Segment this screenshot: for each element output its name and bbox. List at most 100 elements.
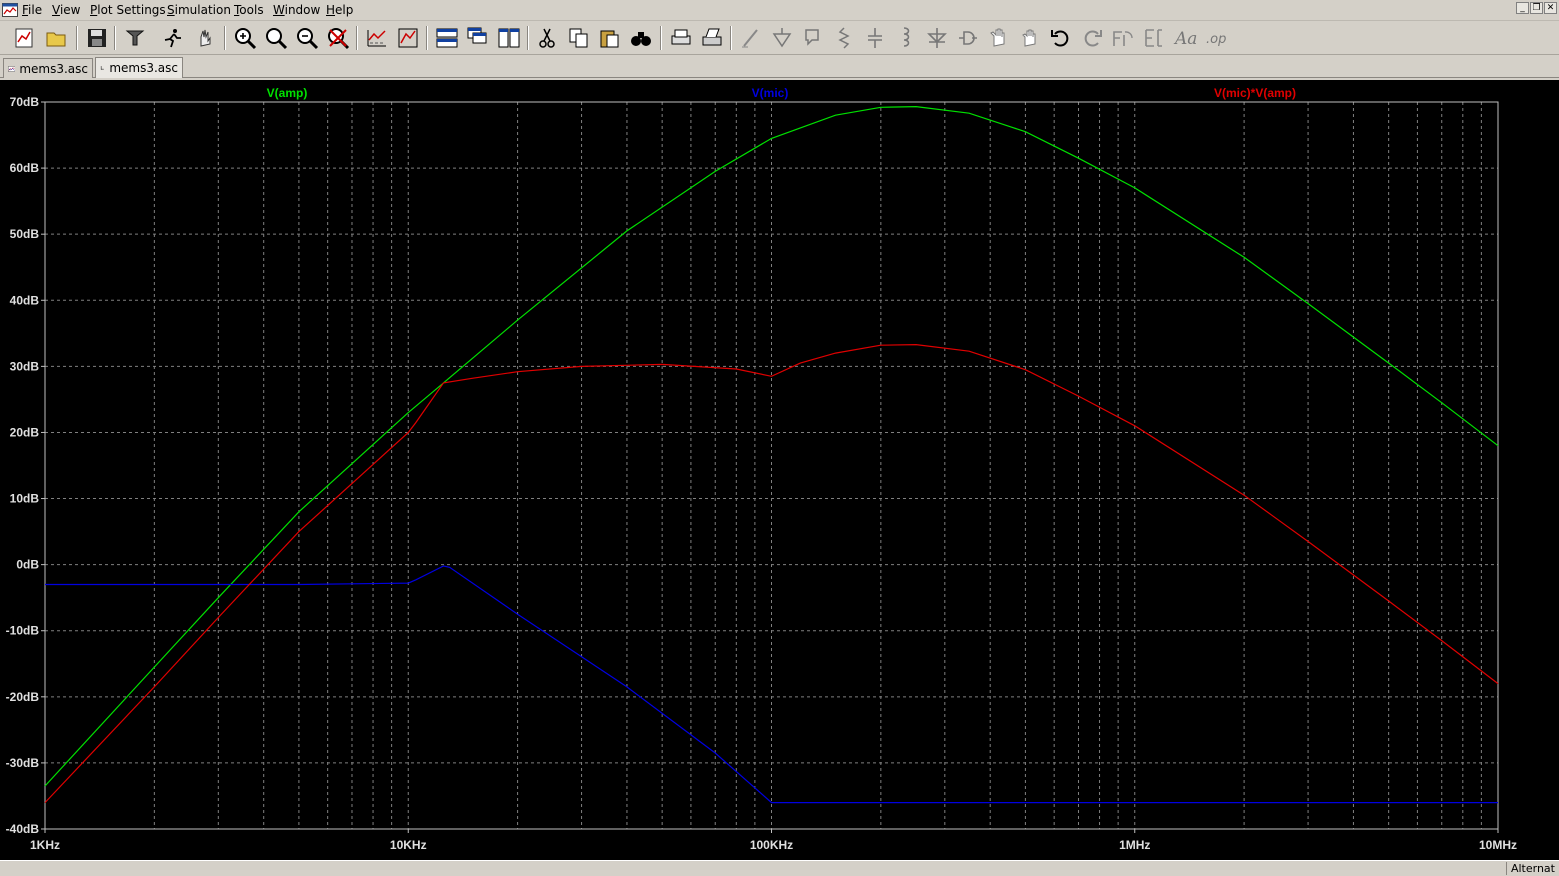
legend-entry-2[interactable]: V(mic)*V(amp) bbox=[1214, 86, 1296, 100]
resistor-button[interactable] bbox=[831, 25, 857, 51]
zoom-cancel-icon bbox=[328, 28, 350, 50]
toolbar: Aa .op bbox=[0, 22, 1559, 55]
menu-file[interactable]: File bbox=[22, 3, 42, 17]
y-tick-label: -40dB bbox=[6, 822, 40, 836]
capacitor-icon bbox=[868, 28, 882, 48]
app-icon[interactable] bbox=[2, 3, 18, 17]
y-tick-label: 70dB bbox=[10, 95, 40, 109]
diode-button[interactable] bbox=[924, 25, 950, 51]
wire-button[interactable] bbox=[738, 25, 764, 51]
zoom-in-button[interactable] bbox=[232, 25, 258, 51]
toolbar-separator bbox=[356, 26, 358, 50]
zoom-cancel-button[interactable] bbox=[325, 25, 351, 51]
y-tick-label: 10dB bbox=[10, 492, 40, 506]
cut-button[interactable] bbox=[535, 25, 561, 51]
tile-vertical-icon bbox=[498, 28, 520, 48]
tab-schematic[interactable]: mems3.asc bbox=[95, 57, 183, 78]
zoom-out-button[interactable] bbox=[294, 25, 320, 51]
new-schematic-icon bbox=[15, 28, 33, 48]
print-button[interactable] bbox=[668, 25, 694, 51]
menu-window[interactable]: Window bbox=[273, 3, 320, 17]
autorange-button[interactable] bbox=[364, 25, 390, 51]
plot-settings-icon bbox=[398, 28, 418, 48]
zoom-out-icon bbox=[297, 28, 319, 50]
close-button[interactable]: ✕ bbox=[1544, 2, 1557, 14]
plot-settings-button[interactable] bbox=[395, 25, 421, 51]
tile-vertical-button[interactable] bbox=[496, 25, 522, 51]
drag-button[interactable] bbox=[1017, 25, 1043, 51]
undo-button[interactable] bbox=[1048, 25, 1074, 51]
x-tick-label: 1MHz bbox=[1119, 838, 1150, 852]
print-setup-icon bbox=[702, 28, 722, 46]
menu-view[interactable]: View bbox=[52, 3, 80, 17]
y-tick-label: 60dB bbox=[10, 161, 40, 175]
capacitor-button[interactable] bbox=[862, 25, 888, 51]
x-tick-label: 1KHz bbox=[30, 838, 60, 852]
y-tick-label: -20dB bbox=[6, 690, 40, 704]
waveform-plot-pane[interactable]: 70dB 60dB 50dB 40dB 30dB 20dB 10dB 0dB -10dB -20d… bbox=[0, 80, 1559, 860]
legend-entry-1[interactable]: V(mic) bbox=[752, 86, 789, 100]
component-button[interactable] bbox=[955, 25, 981, 51]
text-icon: Aa bbox=[1173, 29, 1197, 49]
undo-icon bbox=[1051, 30, 1069, 47]
save-button[interactable] bbox=[84, 25, 110, 51]
restore-button[interactable]: ❐ bbox=[1530, 2, 1543, 14]
autorange-icon bbox=[367, 30, 386, 47]
find-button[interactable] bbox=[628, 25, 654, 51]
rotate-icon bbox=[1113, 31, 1133, 46]
cascade-icon bbox=[467, 27, 487, 44]
move-icon bbox=[990, 28, 1005, 47]
ground-icon bbox=[772, 28, 792, 48]
wire-icon bbox=[742, 29, 758, 48]
y-tick-label: 30dB bbox=[10, 359, 40, 373]
toolbar-separator bbox=[660, 26, 662, 50]
move-button[interactable] bbox=[986, 25, 1012, 51]
svg-text:Aa: Aa bbox=[1173, 29, 1197, 49]
open-folder-button[interactable] bbox=[44, 25, 70, 51]
cut-icon bbox=[539, 28, 555, 48]
copy-button[interactable] bbox=[566, 25, 592, 51]
new-schematic-button[interactable] bbox=[12, 25, 38, 51]
paste-button[interactable] bbox=[597, 25, 623, 51]
save-icon bbox=[88, 29, 106, 47]
find-icon bbox=[631, 32, 651, 46]
mdi-window-controls: _ ❐ ✕ bbox=[1516, 2, 1557, 14]
run-button[interactable] bbox=[160, 25, 186, 51]
zoom-full-button[interactable] bbox=[263, 25, 289, 51]
x-tick-label: 100KHz bbox=[750, 838, 793, 852]
cascade-button[interactable] bbox=[465, 25, 491, 51]
minimize-button[interactable]: _ bbox=[1516, 2, 1529, 14]
label-button[interactable] bbox=[800, 25, 826, 51]
print-icon bbox=[671, 29, 691, 45]
plot-background bbox=[0, 80, 1559, 860]
tab-waveform[interactable]: mems3.asc bbox=[3, 58, 93, 78]
copy-icon bbox=[569, 28, 588, 48]
toolbar-separator bbox=[114, 26, 116, 50]
open-folder-icon bbox=[46, 32, 66, 47]
ground-button[interactable] bbox=[769, 25, 795, 51]
inductor-button[interactable] bbox=[893, 25, 919, 51]
inductor-icon bbox=[903, 27, 910, 47]
y-tick-label: 0dB bbox=[16, 558, 39, 572]
bode-chart[interactable]: 70dB 60dB 50dB 40dB 30dB 20dB 10dB 0dB -10dB -20d… bbox=[0, 80, 1559, 860]
status-bar: Alternat bbox=[0, 860, 1559, 876]
control-panel-icon bbox=[125, 30, 145, 46]
toolbar-separator bbox=[730, 26, 732, 50]
mirror-button[interactable] bbox=[1141, 25, 1167, 51]
menu-tools[interactable]: Tools bbox=[234, 3, 264, 17]
menu-plot-settings[interactable]: Plot Settings bbox=[90, 3, 166, 17]
paste-icon bbox=[600, 30, 619, 48]
legend-entry-0[interactable]: V(amp) bbox=[267, 86, 308, 100]
redo-button[interactable] bbox=[1079, 25, 1105, 51]
text-button[interactable]: Aa bbox=[1172, 25, 1198, 51]
menu-help[interactable]: Help bbox=[326, 3, 353, 17]
svg-text:.op: .op bbox=[1206, 32, 1226, 47]
spice-directive-button[interactable]: .op bbox=[1203, 25, 1229, 51]
print-setup-button[interactable] bbox=[699, 25, 725, 51]
rotate-button[interactable] bbox=[1110, 25, 1136, 51]
control-panel-button[interactable] bbox=[122, 25, 148, 51]
tile-horizontal-button[interactable] bbox=[434, 25, 460, 51]
run-icon bbox=[164, 29, 181, 48]
menu-simulation[interactable]: Simulation bbox=[167, 3, 231, 17]
halt-button[interactable] bbox=[192, 25, 218, 51]
